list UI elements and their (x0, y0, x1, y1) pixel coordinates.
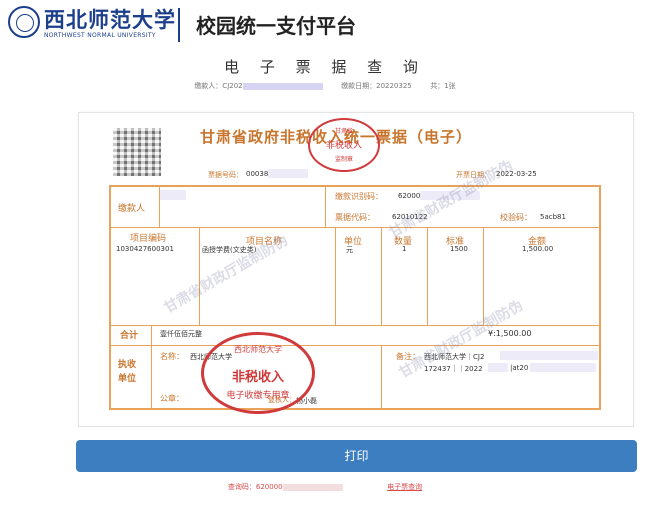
count-info: 共：1张 (430, 82, 456, 90)
redaction-mask (242, 82, 323, 90)
grid-line (381, 227, 382, 325)
payment-code-label: 缴款识别码： (335, 192, 383, 201)
grid-line (325, 187, 326, 227)
collector-label: 执收单位 (117, 360, 136, 384)
official-seal-label: 公章： (160, 394, 184, 403)
redaction-mask (500, 351, 598, 360)
payment-code-value: 62000 (398, 192, 421, 200)
query-code: 查询码：620000 (227, 483, 283, 491)
grid-line (151, 325, 152, 408)
redaction-mask (268, 169, 308, 178)
collector-name-label: 名称： (160, 352, 184, 361)
header-divider (178, 8, 180, 42)
redaction-mask (282, 483, 343, 491)
print-button[interactable]: 打印 (76, 440, 637, 472)
university-name-en: NORTHWEST NORMAL UNIVERSITY (44, 32, 156, 39)
remark-value-line-3: |at20 (510, 364, 529, 372)
receipt-code-label: 票据代码： (335, 213, 375, 222)
supervision-stamp-bottom: 监制章 (334, 156, 353, 163)
page-title: 电 子 票 据 查 询 (224, 58, 426, 76)
e-receipt-query-link[interactable]: 电子票查询 (387, 483, 422, 491)
qr-blur-overlay (113, 128, 161, 176)
payer-label: 缴款人 (118, 204, 146, 214)
grid-line (111, 345, 599, 346)
check-code-value: 5acb81 (540, 213, 566, 221)
official-stamp-bottom: 电子收缴专用章 (226, 391, 290, 401)
platform-title: 校园统一支付平台 (196, 14, 356, 38)
receipt-no-value: 00038 (246, 170, 269, 178)
item-code-value: 1030427600301 (116, 245, 174, 253)
redaction-mask (160, 190, 186, 200)
footer: 查询码：620000 电子票查询 (0, 482, 650, 492)
check-code-label: 校验码： (500, 213, 532, 222)
university-logo-seal (8, 6, 40, 38)
redaction-mask (488, 363, 508, 372)
total-words: 壹仟伍佰元整 (160, 330, 202, 338)
grid-line (335, 227, 336, 325)
standard-value: 1500 (450, 245, 468, 253)
payer-info: 缴款人：CJ202 (194, 82, 243, 90)
grid-line (427, 227, 428, 325)
supervision-stamp-top: 甘肃省 (334, 128, 353, 135)
grid-line (111, 325, 599, 326)
grid-line (381, 345, 382, 408)
amount-value: 1,500.00 (522, 245, 554, 253)
receipt-no-label: 票据号码： (208, 171, 243, 179)
university-name: 西北师范大学 (44, 7, 176, 32)
column-header-item-code: 项目编码 (130, 234, 167, 244)
official-stamp-top: 西北师范大学 (234, 345, 282, 354)
grid-line (483, 227, 484, 325)
payment-date-info: 缴款日期：20220325 (341, 82, 412, 90)
unit-value: 元 (346, 246, 353, 254)
query-info: 缴款人：CJ202 缴款日期：20220325 共：1张 (0, 81, 650, 91)
grid-line (111, 227, 599, 228)
official-stamp-mid: 非税收入 (231, 370, 284, 385)
redaction-mask (530, 363, 596, 372)
quantity-value: 1 (402, 245, 407, 253)
total-label: 合计 (120, 331, 139, 341)
supervision-stamp-mid: 非税收入 (325, 141, 362, 151)
